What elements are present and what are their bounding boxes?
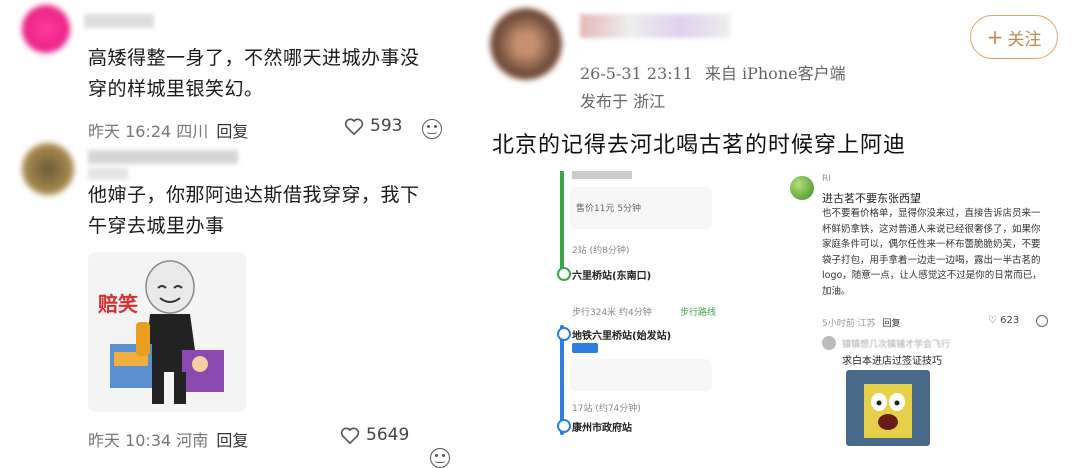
inner-comment-screenshot[interactable]: RI 进古茗不要东张西望 也不要看价格单，显得你没来过，直接告诉店员来一 杯鲜奶… (788, 170, 1058, 450)
username[interactable] (88, 150, 238, 164)
route-sub: 售价11元 5分钟 (576, 204, 642, 214)
route-stop: 地铁六里桥站(始发站) (572, 331, 672, 342)
inner-username: RI (822, 174, 831, 184)
post-location: 发布于 浙江 (580, 92, 666, 111)
heart-icon (340, 427, 360, 444)
avatar[interactable] (22, 143, 74, 195)
inner-likes: ♡ 623 (988, 315, 1020, 326)
like-count: 593 (370, 116, 403, 136)
route-screenshot[interactable]: 售价11元 5分钟 2站 (约8分钟) 六里桥站(东南口) 步行324米 约4分… (556, 165, 756, 457)
route-step: 2站 (约8分钟) (572, 246, 630, 256)
heart-icon (344, 118, 364, 135)
comment-text: 他婶子，你那阿迪达斯借我穿穿，我下 午穿去城里办事 (88, 180, 468, 242)
route-sub: 步行324米 约4分钟 (572, 308, 652, 318)
emoji-icon (1036, 315, 1048, 327)
sticker-image[interactable]: 赔笑 (88, 252, 246, 412)
comment-line: 午穿去城里办事 (88, 215, 225, 237)
route-step: 17站 (约74分钟) (572, 404, 641, 414)
like-button[interactable]: 5649 (340, 425, 409, 445)
figure-illustration (110, 260, 224, 404)
post-date: 26-5-31 23:11 来自 iPhone客户端 (580, 64, 846, 83)
user-badge (88, 168, 128, 180)
comment-meta: 昨天 16:24 四川 回复 (88, 122, 249, 141)
stop-dot (557, 327, 571, 341)
route-transfer[interactable]: 步行路线 (680, 305, 716, 318)
stop-dot (557, 419, 571, 433)
username[interactable] (84, 14, 154, 28)
inner-body: 也不要看价格单，显得你没来过，直接告诉店员来一 杯鲜奶拿铁，这对普通人来说已经很… (822, 208, 1042, 297)
like-button[interactable]: 593 (344, 116, 402, 136)
like-count: 5649 (366, 425, 410, 445)
emoji-icon[interactable] (430, 448, 450, 468)
inner-title: 进古茗不要东张西望 (822, 192, 921, 205)
inner-meta: 5小时前 江苏 回复 (822, 319, 901, 329)
reply-image (846, 370, 930, 446)
route-card (570, 359, 712, 391)
reply-button[interactable]: 回复 (216, 431, 248, 450)
emoji-icon[interactable] (422, 119, 442, 139)
avatar (822, 336, 836, 350)
comment-meta: 昨天 10:34 河南 回复 (88, 431, 249, 450)
reply-button[interactable]: 回复 (216, 122, 248, 141)
follow-button[interactable]: + 关注 (970, 15, 1058, 59)
comment-line: 他婶子，你那阿迪达斯借我穿穿，我下 (88, 184, 420, 206)
route-stop: 康州市政府站 (572, 423, 632, 434)
sticker-caption: 赔笑 (98, 292, 138, 316)
comment-line: 穿的样城里银笑幻。 (88, 78, 264, 100)
username[interactable] (580, 14, 730, 38)
reply-text: 求白本进店过签证技巧 (842, 356, 942, 367)
route-stop: 六里桥站(东南口) (572, 271, 652, 282)
avatar[interactable] (22, 5, 70, 53)
reply-username: 镇镇想几次镇铺才学会飞行 (842, 340, 951, 350)
comment-text: 高矮得整一身了，不然哪天进城办事没 穿的样城里银笑幻。 (88, 43, 468, 105)
plus-icon: + (986, 25, 1004, 49)
avatar[interactable] (490, 8, 562, 80)
post-title: 北京的记得去河北喝古茗的时候穿上阿迪 (492, 133, 907, 158)
comment-line: 高矮得整一身了，不然哪天进城办事没 (88, 47, 420, 69)
stop-dot (557, 267, 571, 281)
avatar (790, 176, 814, 200)
route-line (560, 171, 564, 271)
